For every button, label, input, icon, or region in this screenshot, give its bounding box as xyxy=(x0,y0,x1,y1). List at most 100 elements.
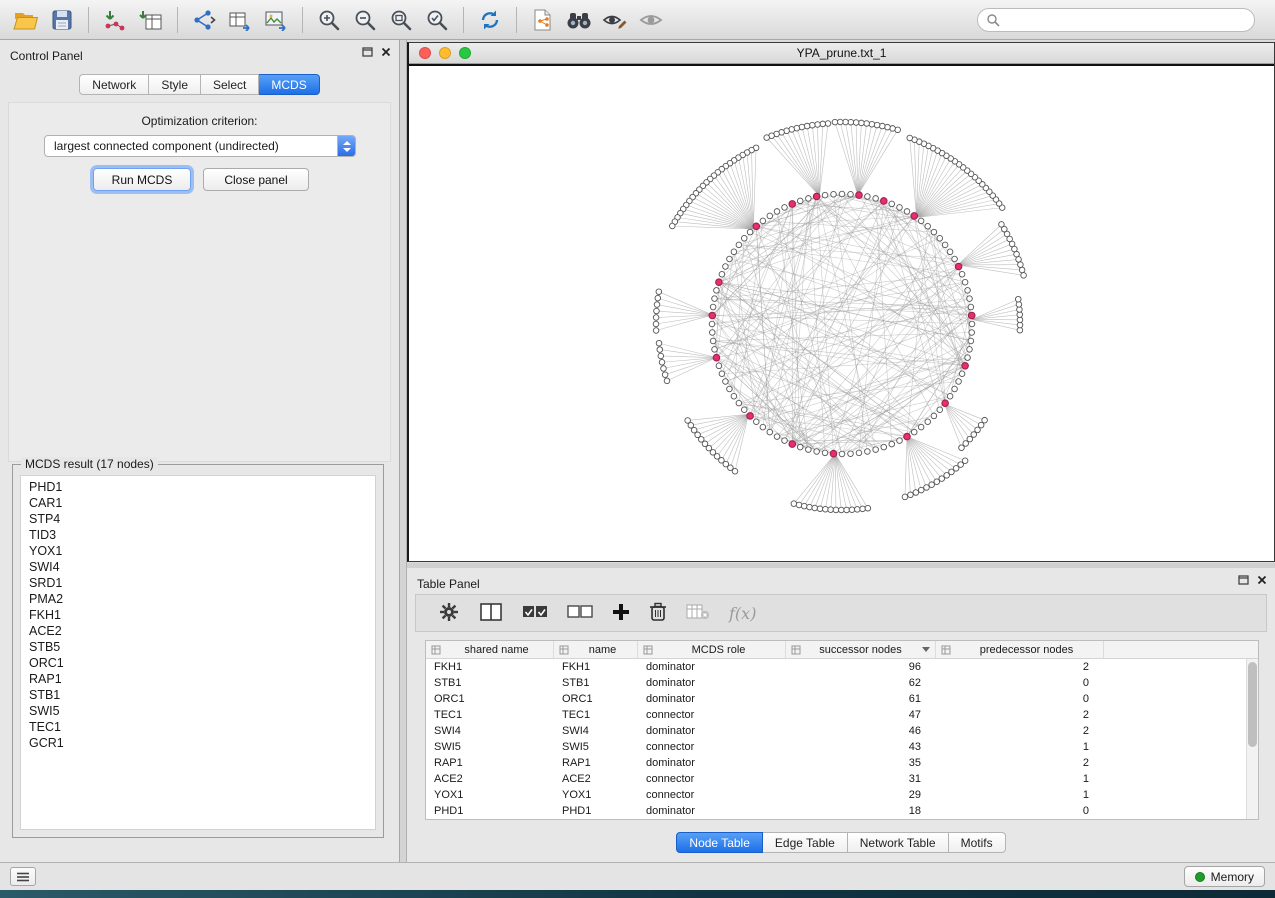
show-columns-icon[interactable] xyxy=(479,602,503,625)
window-close-button[interactable] xyxy=(419,47,431,59)
control-panel-title: Control Panel xyxy=(10,49,83,63)
window-zoom-button[interactable] xyxy=(459,47,471,59)
zoom-selected-icon[interactable] xyxy=(419,5,455,35)
list-item[interactable]: STP4 xyxy=(29,511,375,527)
open-session-icon[interactable] xyxy=(8,5,44,35)
list-item[interactable]: SWI5 xyxy=(29,703,375,719)
table-settings-gear-icon[interactable] xyxy=(438,601,460,626)
list-item[interactable]: TID3 xyxy=(29,527,375,543)
column-header-shared-name[interactable]: shared name xyxy=(426,641,554,658)
tab-style[interactable]: Style xyxy=(149,74,201,95)
memory-button[interactable]: Memory xyxy=(1184,866,1265,887)
search-network-binoculars-icon[interactable] xyxy=(561,5,597,35)
table-row[interactable]: ACE2ACE2connector311 xyxy=(426,771,1246,787)
list-item[interactable]: ORC1 xyxy=(29,655,375,671)
task-history-button[interactable] xyxy=(10,867,36,886)
column-header-name[interactable]: name xyxy=(554,641,638,658)
table-row[interactable]: SWI4SWI4dominator462 xyxy=(426,723,1246,739)
criterion-dropdown[interactable]: largest connected component (undirected) xyxy=(44,135,356,157)
list-item[interactable]: FKH1 xyxy=(29,607,375,623)
table-row[interactable]: ORC1ORC1dominator610 xyxy=(426,691,1246,707)
show-hide-annotations-icon[interactable] xyxy=(597,5,633,35)
tab-mcds[interactable]: MCDS xyxy=(259,74,319,95)
toolbar-separator xyxy=(463,7,464,33)
zoom-fit-icon[interactable] xyxy=(383,5,419,35)
float-panel-icon[interactable] xyxy=(1238,575,1249,585)
zoom-out-icon[interactable] xyxy=(347,5,383,35)
run-mcds-button[interactable]: Run MCDS xyxy=(93,168,191,191)
network-window-title: YPA_prune.txt_1 xyxy=(409,46,1274,60)
deselect-all-rows-icon[interactable] xyxy=(567,605,593,622)
hide-panel-eye-icon[interactable] xyxy=(633,5,669,35)
select-all-rows-icon[interactable] xyxy=(522,605,548,622)
list-item[interactable]: CAR1 xyxy=(29,495,375,511)
network-canvas[interactable] xyxy=(409,64,1274,561)
refresh-icon[interactable] xyxy=(472,5,508,35)
column-header-successor-nodes[interactable]: successor nodes xyxy=(786,641,936,658)
import-table-icon[interactable] xyxy=(133,5,169,35)
delete-column-trash-icon[interactable] xyxy=(649,602,667,625)
vertical-splitter[interactable] xyxy=(400,40,407,862)
table-cell: connector xyxy=(638,789,786,801)
table-cell: 2 xyxy=(936,709,1104,721)
toolbar-separator xyxy=(516,7,517,33)
table-cell: ORC1 xyxy=(426,693,554,705)
add-column-plus-icon[interactable] xyxy=(612,603,630,624)
tab-edge-table[interactable]: Edge Table xyxy=(763,832,848,853)
tab-select[interactable]: Select xyxy=(201,74,259,95)
table-scrollbar-thumb[interactable] xyxy=(1248,662,1257,747)
table-cell: 96 xyxy=(786,661,936,673)
table-cell: 1 xyxy=(936,773,1104,785)
import-network-icon[interactable] xyxy=(97,5,133,35)
table-scrollbar[interactable] xyxy=(1246,659,1258,819)
export-network-icon[interactable] xyxy=(186,5,222,35)
list-item[interactable]: TEC1 xyxy=(29,719,375,735)
table-row[interactable]: SWI5SWI5connector431 xyxy=(426,739,1246,755)
zoom-in-icon[interactable] xyxy=(311,5,347,35)
export-table-icon[interactable] xyxy=(222,5,258,35)
table-cell: 2 xyxy=(936,661,1104,673)
tab-network[interactable]: Network xyxy=(79,74,149,95)
list-item[interactable]: ACE2 xyxy=(29,623,375,639)
table-panel: Table Panel xyxy=(407,568,1275,862)
table-row[interactable]: FKH1FKH1dominator962 xyxy=(426,659,1246,675)
table-row[interactable]: STB1STB1dominator620 xyxy=(426,675,1246,691)
save-session-icon[interactable] xyxy=(44,5,80,35)
tab-network-table[interactable]: Network Table xyxy=(848,832,949,853)
tab-motifs[interactable]: Motifs xyxy=(949,832,1006,853)
column-header-predecessor-nodes[interactable]: predecessor nodes xyxy=(936,641,1104,658)
sort-descending-icon xyxy=(922,647,930,652)
network-window-titlebar[interactable]: YPA_prune.txt_1 xyxy=(409,43,1274,64)
table-cell: 18 xyxy=(786,805,936,817)
list-item[interactable]: RAP1 xyxy=(29,671,375,687)
table-cell: YOX1 xyxy=(554,789,638,801)
list-item[interactable]: STB5 xyxy=(29,639,375,655)
export-image-icon[interactable] xyxy=(258,5,294,35)
tab-node-table[interactable]: Node Table xyxy=(676,832,763,853)
network-graph xyxy=(409,66,1273,561)
search-input[interactable] xyxy=(1005,13,1246,27)
table-toolbar: f(x) xyxy=(415,594,1267,632)
close-panel-icon[interactable] xyxy=(1257,575,1267,585)
table-row[interactable]: PHD1PHD1dominator180 xyxy=(426,803,1246,819)
float-panel-icon[interactable] xyxy=(362,47,373,57)
table-row[interactable]: YOX1YOX1connector291 xyxy=(426,787,1246,803)
close-panel-icon[interactable] xyxy=(381,47,391,57)
mcds-result-list[interactable]: PHD1CAR1STP4TID3YOX1SWI4SRD1PMA2FKH1ACE2… xyxy=(20,475,376,830)
share-document-icon[interactable] xyxy=(525,5,561,35)
list-item[interactable]: GCR1 xyxy=(29,735,375,751)
control-panel-tabs: Network Style Select MCDS xyxy=(0,74,399,95)
list-item[interactable]: PHD1 xyxy=(29,479,375,495)
close-panel-button[interactable]: Close panel xyxy=(203,168,309,191)
list-item[interactable]: PMA2 xyxy=(29,591,375,607)
workspace-region: YPA_prune.txt_1 Table Panel xyxy=(407,40,1275,862)
list-item[interactable]: SWI4 xyxy=(29,559,375,575)
table-cell: 35 xyxy=(786,757,936,769)
list-item[interactable]: STB1 xyxy=(29,687,375,703)
list-item[interactable]: SRD1 xyxy=(29,575,375,591)
table-row[interactable]: TEC1TEC1connector472 xyxy=(426,707,1246,723)
list-item[interactable]: YOX1 xyxy=(29,543,375,559)
table-row[interactable]: RAP1RAP1dominator352 xyxy=(426,755,1246,771)
column-header-mcds-role[interactable]: MCDS role xyxy=(638,641,786,658)
window-minimize-button[interactable] xyxy=(439,47,451,59)
